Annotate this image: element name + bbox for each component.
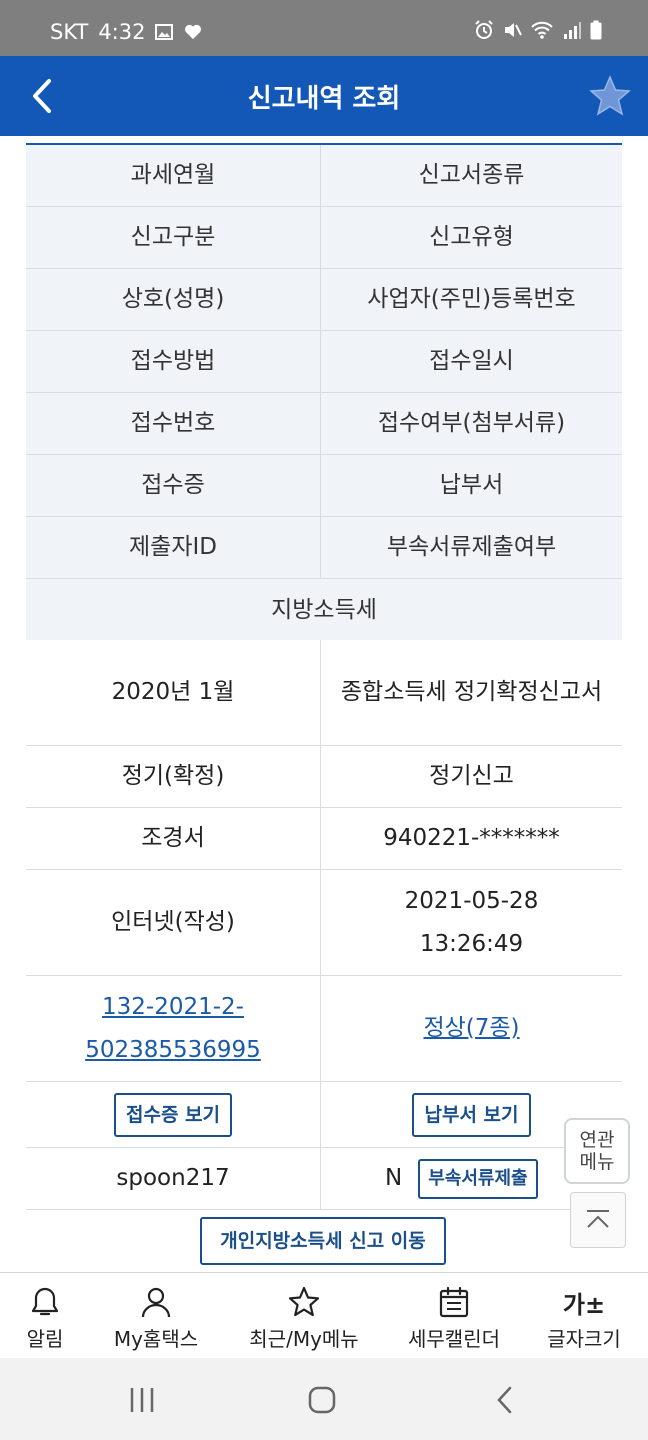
- star-icon: [288, 1286, 320, 1317]
- nav-recent-menu[interactable]: 최근/My메뉴: [236, 1273, 372, 1359]
- nav-recent-menu-label: 최근/My메뉴: [249, 1327, 359, 1351]
- status-bar: SKT 4:32: [0, 0, 648, 56]
- mute-icon: [505, 23, 522, 37]
- method-value: 인터넷(작성): [26, 870, 321, 975]
- receipt-no-line2[interactable]: 502385536995: [85, 1029, 261, 1072]
- received-at-value: 2021-05-28 13:26:49: [321, 870, 622, 975]
- person-icon: [141, 1287, 171, 1318]
- wifi-icon: [531, 21, 553, 39]
- table-row: 정기(확정) 정기신고: [26, 746, 622, 808]
- header-tax-period: 과세연월: [26, 145, 321, 206]
- header-receipt: 접수증: [26, 455, 321, 516]
- name-value: 조경서: [26, 808, 321, 869]
- table-row: 인터넷(작성) 2021-05-28 13:26:49: [26, 870, 622, 976]
- chevron-up-icon: [587, 1210, 609, 1228]
- header-row: 신고구분 신고유형: [26, 207, 622, 269]
- header-submitter-id: 제출자ID: [26, 517, 321, 578]
- related-menu-line2: 메뉴: [579, 1151, 615, 1173]
- nav-alerts-label: 알림: [26, 1327, 64, 1351]
- header-payment: 납부서: [439, 472, 504, 498]
- header-row: 접수번호 접수여부(첨부서류): [26, 393, 622, 455]
- related-menu-line1: 연관: [579, 1129, 615, 1151]
- related-menu-button[interactable]: 연관 메뉴: [564, 1118, 630, 1184]
- report-kind-value: 정기신고: [429, 763, 514, 789]
- nav-tax-calendar[interactable]: 세무캘린더: [396, 1273, 512, 1359]
- recent-apps-button[interactable]: [122, 1380, 162, 1420]
- header-local-tax: 지방소득세: [271, 596, 377, 623]
- system-back-button[interactable]: [486, 1380, 526, 1420]
- home-icon: [308, 1386, 336, 1414]
- header-report-category: 신고구분: [26, 207, 321, 268]
- header-row: 과세연월 신고서종류: [26, 145, 622, 207]
- header-row: 상호(성명) 사업자(주민)등록번호: [26, 269, 622, 331]
- bottom-nav: 알림 My홈택스 최근/My메뉴 세무캘린더 가± 글자크기: [0, 1272, 648, 1358]
- column-header-table: 과세연월 신고서종류 신고구분 신고유형 상호(성명) 사업자(주민)등록번호 …: [26, 143, 622, 643]
- bell-icon: [31, 1287, 59, 1316]
- app-header: 신고내역 조회: [0, 56, 648, 136]
- header-row: 접수방법 접수일시: [26, 331, 622, 393]
- local-tax-report-button[interactable]: 개인지방소득세 신고 이동: [200, 1217, 446, 1265]
- nav-alerts[interactable]: 알림: [0, 1273, 90, 1359]
- heart-icon: [185, 24, 202, 40]
- submit-attachment-button[interactable]: 부속서류제출: [418, 1158, 538, 1199]
- header-received-at: 접수일시: [429, 348, 514, 374]
- header-row: 지방소득세: [26, 579, 622, 641]
- header-row: 제출자ID 부속서류제출여부: [26, 517, 622, 579]
- clock: 4:32: [98, 20, 146, 44]
- header-name: 상호(성명): [26, 269, 321, 330]
- status-cell: 정상(7종): [321, 976, 622, 1081]
- table-row: spoon217 N 부속서류제출: [26, 1148, 622, 1210]
- nav-my-hometax-label: My홈택스: [113, 1327, 199, 1351]
- signal-icon: [564, 22, 581, 39]
- font-size-icon: 가±: [562, 1291, 606, 1319]
- header-method: 접수방법: [26, 331, 321, 392]
- receipt-cell: 접수증 보기: [26, 1082, 321, 1147]
- view-payment-button[interactable]: 납부서 보기: [412, 1092, 531, 1137]
- record-table: 2020년 1월 종합소득세 정기확정신고서 정기(확정) 정기신고 조경서 9…: [26, 640, 622, 1210]
- report-category-value: 정기(확정): [26, 746, 321, 807]
- calendar-icon: [439, 1286, 469, 1318]
- receipt-no-line1[interactable]: 132-2021-2-: [102, 986, 244, 1029]
- receipt-no-link[interactable]: 132-2021-2- 502385536995: [26, 976, 321, 1081]
- received-time: 13:26:49: [419, 930, 524, 957]
- view-receipt-button[interactable]: 접수증 보기: [113, 1092, 232, 1137]
- carrier-label: SKT: [50, 20, 89, 44]
- nav-my-hometax[interactable]: My홈택스: [100, 1273, 212, 1359]
- page-title: 신고내역 조회: [247, 84, 401, 114]
- home-button[interactable]: [302, 1380, 342, 1420]
- nav-font-size-label: 글자크기: [547, 1327, 621, 1351]
- header-attachment: 부속서류제출여부: [386, 534, 557, 560]
- table-row: 조경서 940221-*******: [26, 808, 622, 870]
- nav-font-size[interactable]: 가± 글자크기: [536, 1273, 632, 1359]
- tax-period-value: 2020년 1월: [26, 640, 321, 745]
- table-row: 132-2021-2- 502385536995 정상(7종): [26, 976, 622, 1082]
- star-icon: [589, 75, 631, 116]
- alarm-icon: [475, 20, 493, 39]
- status-link[interactable]: 정상(7종): [423, 1007, 519, 1050]
- table-row: 접수증 보기 납부서 보기: [26, 1082, 622, 1148]
- submitter-id-value: spoon217: [26, 1148, 321, 1209]
- favorite-button[interactable]: [588, 74, 632, 118]
- battery-icon: [590, 20, 602, 40]
- back-arrow-icon: [497, 1386, 512, 1414]
- header-registration-no: 사업자(주민)등록번호: [367, 286, 576, 312]
- recent-apps-icon: [130, 1388, 154, 1412]
- header-receipt-no: 접수번호: [26, 393, 321, 454]
- header-row: 접수증 납부서: [26, 455, 622, 517]
- status-right: [474, 20, 602, 40]
- report-type-value: 종합소득세 정기확정신고서: [340, 679, 603, 705]
- header-report-kind: 신고유형: [429, 224, 514, 250]
- nav-tax-calendar-label: 세무캘린더: [408, 1327, 500, 1351]
- system-nav-bar: [0, 1358, 648, 1440]
- table-row: 2020년 1월 종합소득세 정기확정신고서: [26, 640, 622, 746]
- status-left: SKT 4:32: [50, 20, 203, 44]
- scroll-top-button[interactable]: [570, 1192, 626, 1248]
- received-date: 2021-05-28: [404, 887, 539, 914]
- header-status: 접수여부(첨부서류): [377, 410, 566, 436]
- header-report-type: 신고서종류: [418, 162, 525, 188]
- attachment-flag: N: [385, 1165, 403, 1191]
- gallery-icon: [155, 24, 174, 40]
- registration-no-value: 940221-*******: [383, 825, 560, 851]
